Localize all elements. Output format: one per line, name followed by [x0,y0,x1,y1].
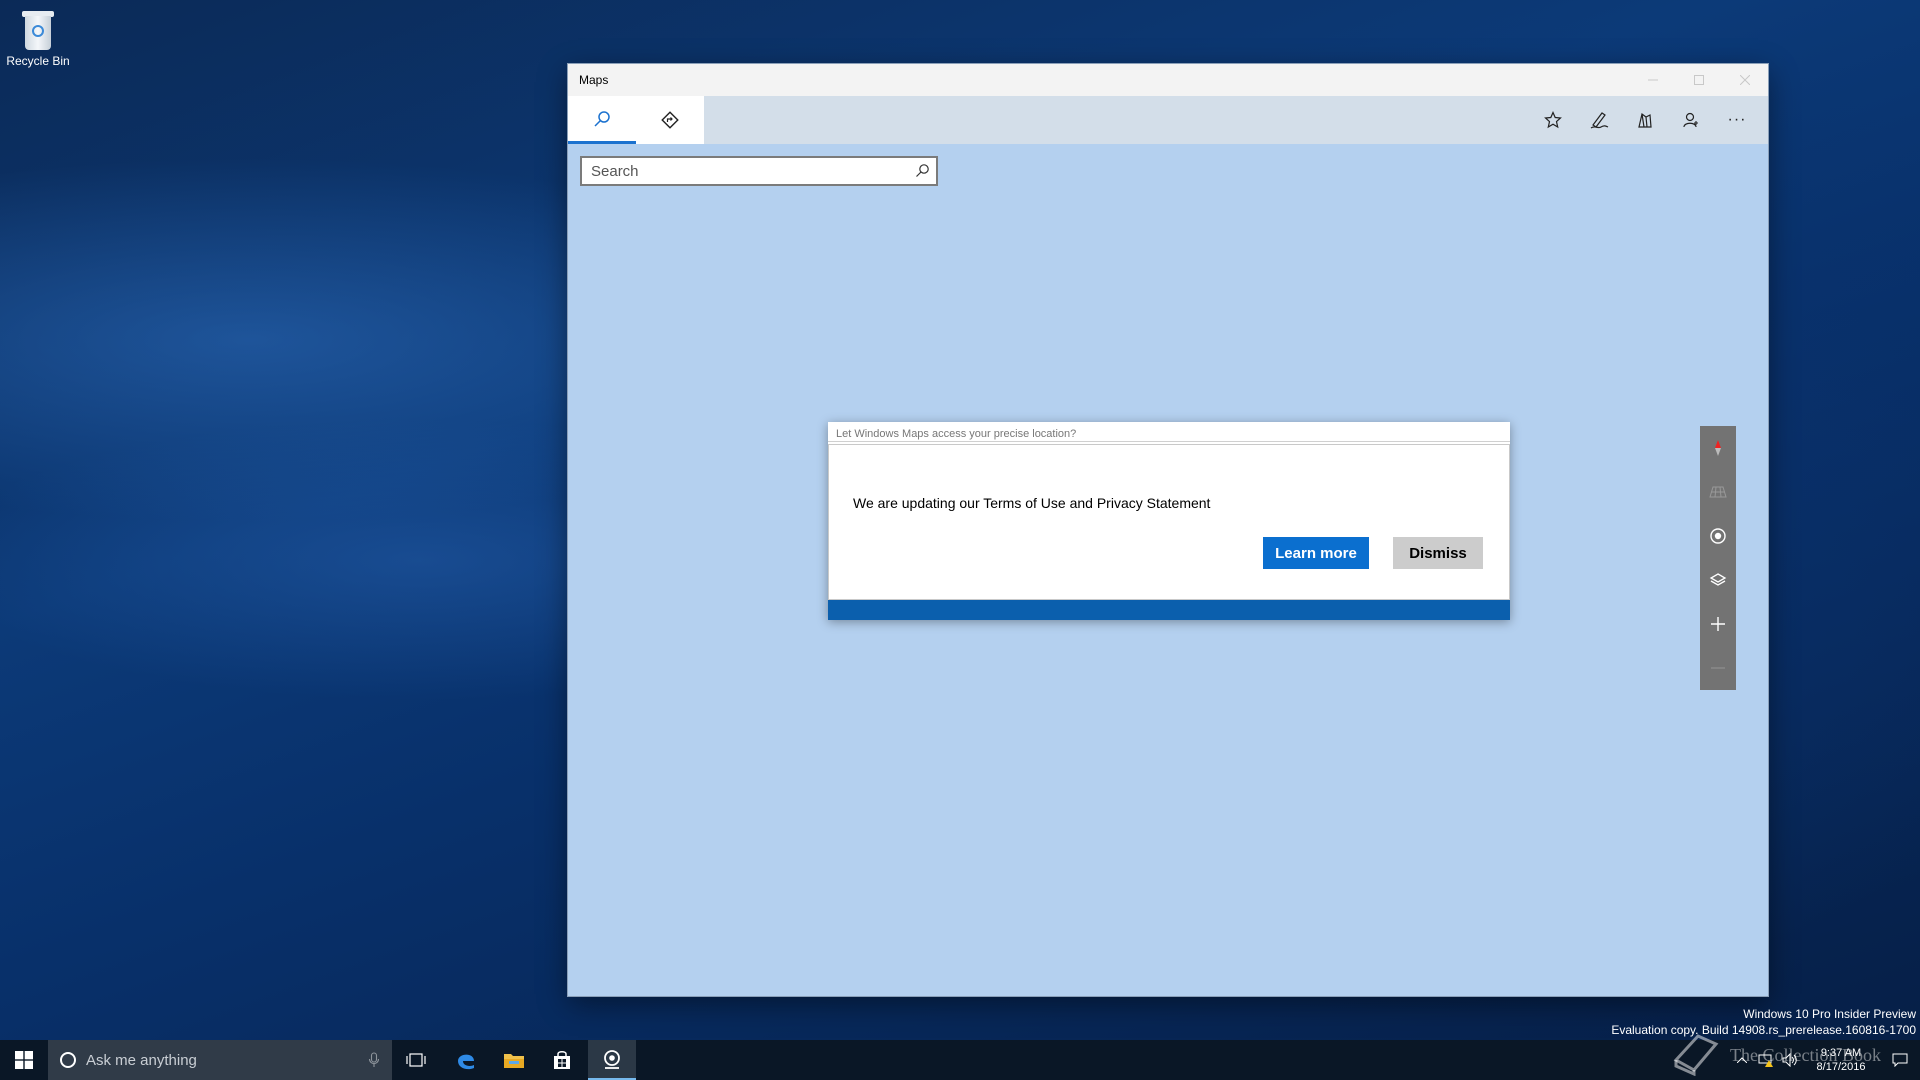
favorites-star-icon [1544,111,1562,129]
action-center-button[interactable] [1880,1053,1920,1067]
maps-taskbar-button[interactable] [588,1040,636,1080]
maps-window: Maps ··· Search Let Windows Maps access … [568,64,1768,996]
location-dialog-footer [828,600,1510,620]
file-explorer-button[interactable] [490,1040,538,1080]
evaluation-watermark: Windows 10 Pro Insider Preview Evaluatio… [1611,1006,1916,1038]
app-toolbar: ··· [568,96,1768,144]
start-button[interactable] [0,1040,48,1080]
edge-button[interactable] [442,1040,490,1080]
maximize-button[interactable] [1676,64,1722,96]
more-icon: ··· [1727,111,1747,128]
zoom-out-button[interactable] [1700,646,1736,690]
recycle-bin-icon [21,8,55,50]
dialog-message: We are updating our Terms of Use and Pri… [853,495,1211,511]
store-button[interactable] [538,1040,586,1080]
layers-button[interactable] [1700,558,1736,602]
location-dialog-title: Let Windows Maps access your precise loc… [828,422,1510,442]
close-icon [1740,75,1750,85]
tilt-icon [1709,486,1727,498]
microphone-icon[interactable] [368,1052,380,1068]
directions-icon [661,111,679,129]
terms-update-dialog: We are updating our Terms of Use and Pri… [828,444,1510,600]
account-icon [1683,112,1698,128]
search-input[interactable] [582,158,901,184]
search-box [580,156,938,186]
close-button[interactable] [1722,64,1768,96]
layers-icon [1709,573,1727,586]
windows-logo-icon [15,1051,33,1069]
more-button[interactable]: ··· [1714,96,1760,144]
watermark-line-1: Windows 10 Pro Insider Preview [1743,1007,1916,1021]
compass-icon [1715,440,1721,456]
task-view-icon [406,1053,426,1067]
search-icon [594,110,610,127]
minimize-button[interactable] [1630,64,1676,96]
maximize-icon [1694,75,1704,85]
tab-search[interactable] [568,96,636,144]
tab-directions[interactable] [636,96,704,144]
cortana-placeholder: Ask me anything [86,1051,197,1069]
task-view-button[interactable] [392,1040,440,1080]
taskbar: Ask me anything 9:37 AM 8/17/2016 [0,1040,1920,1080]
locate-me-button[interactable] [1700,514,1736,558]
ink-pen-icon [1590,112,1609,129]
3d-cities-icon [1638,112,1652,128]
favorites-button[interactable] [1530,96,1576,144]
desktop-icon-recycle-bin[interactable]: Recycle Bin [4,8,72,68]
zoom-in-icon [1711,617,1725,631]
window-title: Maps [579,73,609,87]
cortana-search-box[interactable]: Ask me anything [48,1040,392,1080]
3d-cities-button[interactable] [1622,96,1668,144]
zoom-out-icon [1711,667,1725,669]
ink-button[interactable] [1576,96,1622,144]
compass-button[interactable] [1700,426,1736,470]
dismiss-button[interactable]: Dismiss [1393,537,1483,569]
search-icon[interactable] [914,163,930,179]
site-watermark-text: The Collection Book [1730,1045,1881,1065]
cortana-icon [60,1052,76,1068]
locate-me-icon [1710,528,1726,544]
minimize-icon [1648,79,1658,81]
learn-more-button[interactable]: Learn more [1263,537,1369,569]
maps-icon [604,1050,620,1069]
tilt-button[interactable] [1700,470,1736,514]
book-watermark-icon [1673,1034,1719,1076]
account-button[interactable] [1668,96,1714,144]
edge-icon [458,1054,474,1070]
action-center-icon [1892,1053,1908,1067]
store-icon [554,1051,570,1069]
watermark-line-2: Evaluation copy. Build 14908.rs_prerelea… [1611,1023,1916,1037]
desktop-icon-label: Recycle Bin [6,54,70,68]
map-controls [1700,426,1736,690]
zoom-in-button[interactable] [1700,602,1736,646]
file-explorer-icon [504,1054,524,1068]
title-bar[interactable]: Maps [568,64,1768,96]
